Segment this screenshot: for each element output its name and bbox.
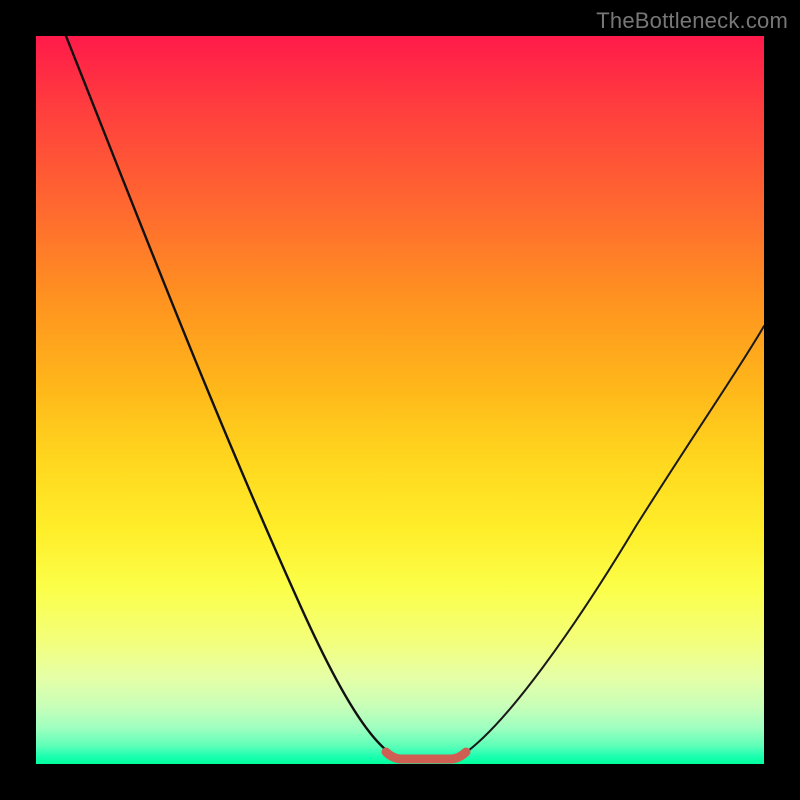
curve-layer [36,36,764,764]
chart-frame: TheBottleneck.com [0,0,800,800]
right-branch-curve [461,326,764,756]
left-branch-curve [66,36,391,754]
watermark-text: TheBottleneck.com [596,8,788,34]
plot-area [36,36,764,764]
